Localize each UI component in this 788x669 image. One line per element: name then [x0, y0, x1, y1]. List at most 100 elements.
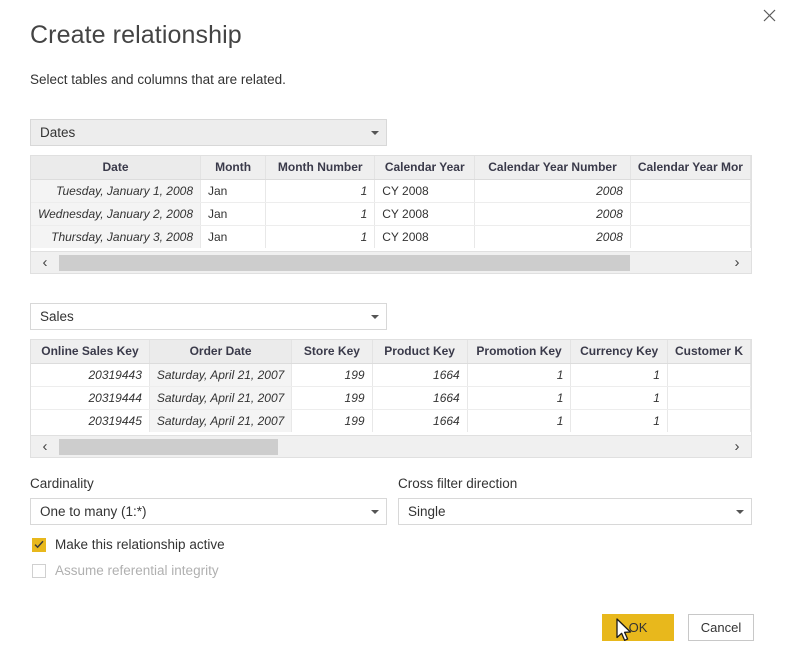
table-cell: [667, 386, 751, 410]
assume-referential-integrity-checkbox: Assume referential integrity: [32, 563, 219, 578]
table-cell: Jan: [200, 179, 267, 203]
table-cell: 20319445: [31, 409, 150, 432]
table-cell: [630, 179, 751, 203]
column-header[interactable]: Month: [200, 156, 267, 180]
ok-button[interactable]: OK: [602, 614, 674, 641]
from-table-dropdown[interactable]: Dates: [30, 119, 387, 146]
page-title: Create relationship: [30, 21, 242, 49]
cancel-button[interactable]: Cancel: [688, 614, 754, 641]
scroll-right-icon[interactable]: ›: [723, 253, 751, 273]
table-cell: 2008: [474, 202, 631, 226]
from-table-preview-grid: Date Month Month Number Calendar Year Calend…: [30, 155, 752, 252]
table-cell: 20319443: [31, 363, 150, 387]
column-header[interactable]: Calendar Year Number: [474, 156, 631, 180]
table-header-row: Online Sales Key Order Date Store Key Produ…: [31, 340, 751, 364]
table-cell: 2008: [474, 179, 631, 203]
table-cell: Saturday, April 21, 2007: [149, 363, 293, 387]
table-cell: 20319444: [31, 386, 150, 410]
table-cell: 1: [570, 363, 668, 387]
make-relationship-active-label: Make this relationship active: [55, 537, 225, 552]
table-cell: 2008: [474, 225, 631, 248]
cardinality-label: Cardinality: [30, 476, 94, 491]
table-cell: 1664: [372, 409, 468, 432]
table-cell: Wednesday, January 2, 2008: [31, 202, 201, 226]
table-cell: Tuesday, January 1, 2008: [31, 179, 201, 203]
cross-filter-direction-label: Cross filter direction: [398, 476, 518, 491]
page-subtitle: Select tables and columns that are relat…: [30, 72, 286, 87]
to-table-hscrollbar[interactable]: ‹ ›: [30, 436, 752, 458]
table-row[interactable]: Thursday, January 3, 2008 Jan 1 CY 2008 2008: [31, 225, 751, 248]
column-header[interactable]: Date: [31, 156, 201, 180]
table-cell: 1: [467, 409, 572, 432]
create-relationship-dialog: Create relationship Select tables and co…: [0, 0, 788, 669]
from-table: Date Month Month Number Calendar Year Calend…: [31, 156, 751, 248]
table-cell: 1664: [372, 363, 468, 387]
scroll-track[interactable]: [59, 436, 723, 457]
table-row[interactable]: 20319443 Saturday, April 21, 2007 199 1664 1…: [31, 363, 751, 387]
cross-filter-direction-dropdown[interactable]: Single: [398, 498, 752, 525]
scroll-track[interactable]: [59, 252, 723, 273]
checkbox-box: [32, 537, 46, 552]
table-cell: Thursday, January 3, 2008: [31, 225, 201, 248]
table-row[interactable]: Tuesday, January 1, 2008 Jan 1 CY 2008 2008: [31, 179, 751, 203]
to-table: Online Sales Key Order Date Store Key Produ…: [31, 340, 751, 432]
table-row[interactable]: 20319445 Saturday, April 21, 2007 199 1664 1…: [31, 409, 751, 432]
table-cell: [630, 225, 751, 248]
assume-referential-integrity-label: Assume referential integrity: [55, 563, 219, 578]
close-x-glyph: [763, 9, 775, 21]
column-header[interactable]: Currency Key: [570, 340, 668, 364]
chevron-down-icon: [364, 313, 386, 321]
table-cell: Saturday, April 21, 2007: [149, 409, 293, 432]
table-row[interactable]: Wednesday, January 2, 2008 Jan 1 CY 2008 200…: [31, 202, 751, 226]
make-relationship-active-checkbox[interactable]: Make this relationship active: [32, 537, 225, 552]
chevron-down-icon: [729, 508, 751, 516]
to-table-value: Sales: [40, 309, 74, 324]
close-icon[interactable]: [752, 0, 786, 30]
column-header[interactable]: Online Sales Key: [31, 340, 150, 364]
table-cell: 1: [570, 409, 668, 432]
checkbox-box: [32, 563, 46, 578]
table-cell: 1664: [372, 386, 468, 410]
scroll-thumb[interactable]: [59, 254, 631, 271]
table-cell: CY 2008: [374, 225, 476, 248]
table-cell: 1: [570, 386, 668, 410]
table-cell: 1: [265, 179, 376, 203]
table-cell: [667, 409, 751, 432]
table-cell: 1: [467, 363, 572, 387]
table-cell: [630, 202, 751, 226]
from-table-value: Dates: [40, 125, 76, 140]
table-cell: Saturday, April 21, 2007: [149, 386, 293, 410]
checkmark-icon: [34, 540, 44, 549]
column-header[interactable]: Month Number: [265, 156, 376, 180]
chevron-down-icon: [364, 129, 386, 137]
scroll-right-icon[interactable]: ›: [723, 437, 751, 457]
cardinality-dropdown[interactable]: One to many (1:*): [30, 498, 387, 525]
column-header[interactable]: Calendar Year: [374, 156, 476, 180]
cardinality-value: One to many (1:*): [40, 504, 147, 519]
table-cell: Jan: [200, 225, 267, 248]
scroll-left-icon[interactable]: ‹: [31, 253, 59, 273]
column-header[interactable]: Product Key: [372, 340, 468, 364]
table-header-row: Date Month Month Number Calendar Year Calend…: [31, 156, 751, 180]
table-cell: 1: [265, 202, 376, 226]
to-table-preview-grid: Online Sales Key Order Date Store Key Produ…: [30, 339, 752, 436]
column-header[interactable]: Order Date: [149, 340, 293, 364]
scroll-thumb[interactable]: [59, 438, 279, 455]
table-cell: Jan: [200, 202, 267, 226]
from-table-hscrollbar[interactable]: ‹ ›: [30, 252, 752, 274]
table-cell: 199: [291, 409, 373, 432]
table-cell: 199: [291, 386, 373, 410]
table-cell: 199: [291, 363, 373, 387]
table-cell: 1: [265, 225, 376, 248]
column-header[interactable]: Store Key: [291, 340, 373, 364]
scroll-left-icon[interactable]: ‹: [31, 437, 59, 457]
column-header[interactable]: Calendar Year Mor: [630, 156, 751, 180]
to-table-dropdown[interactable]: Sales: [30, 303, 387, 330]
column-header[interactable]: Promotion Key: [467, 340, 572, 364]
table-cell: CY 2008: [374, 202, 476, 226]
chevron-down-icon: [364, 508, 386, 516]
cross-filter-direction-value: Single: [408, 504, 446, 519]
table-cell: CY 2008: [374, 179, 476, 203]
column-header[interactable]: Customer K: [667, 340, 751, 364]
table-row[interactable]: 20319444 Saturday, April 21, 2007 199 1664 1…: [31, 386, 751, 410]
